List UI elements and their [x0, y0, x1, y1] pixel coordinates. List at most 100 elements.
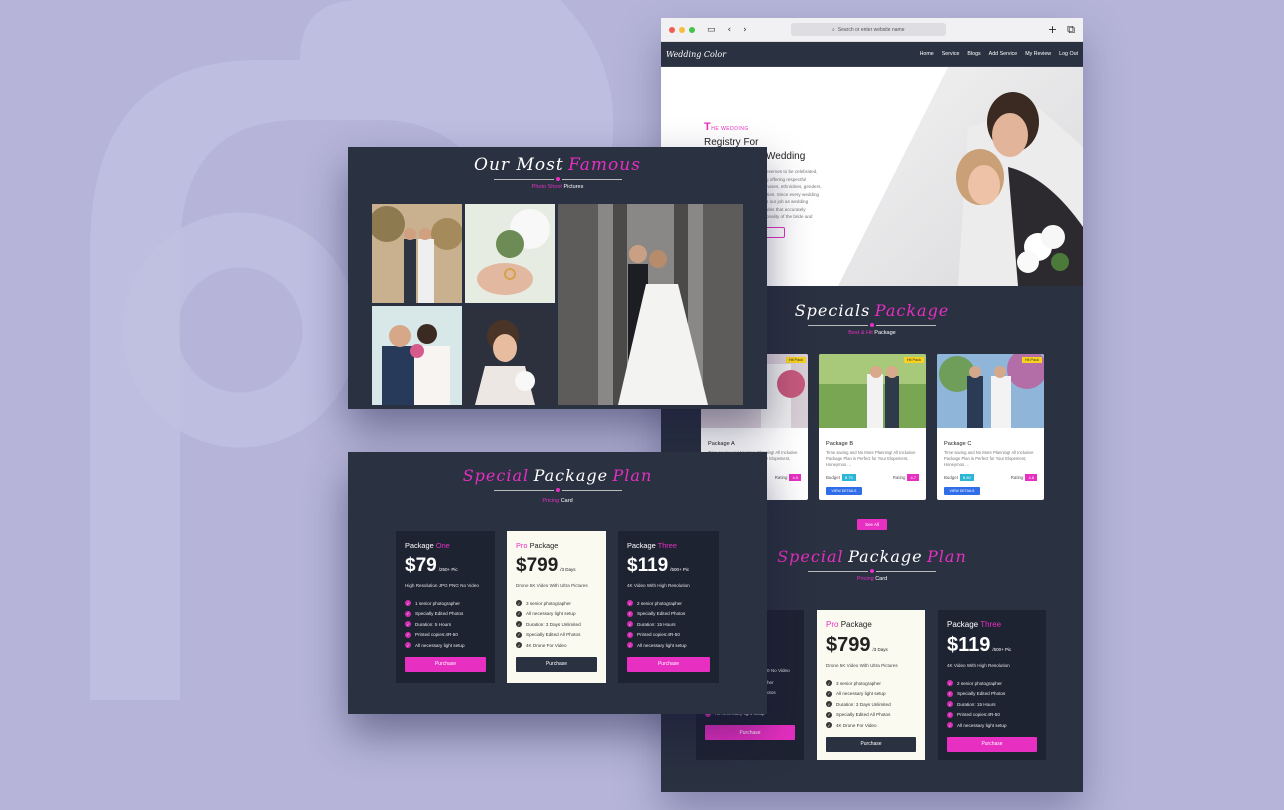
- forward-icon[interactable]: ›: [743, 25, 747, 35]
- package-b-rating: Rating 4.7: [893, 474, 919, 481]
- check-icon: ✓: [405, 610, 411, 617]
- browser-three-item: ✓ Printed copies:4R-50: [947, 711, 1000, 718]
- price-card-three: Package Three $119/500+ Pic 4K Video Wit…: [618, 531, 719, 683]
- package-a-badge: Hit Pack: [785, 357, 806, 363]
- sidebar-icon[interactable]: ▭: [707, 25, 716, 35]
- browser-plan-sub-b: Card: [875, 576, 888, 582]
- browser-three-purchase-button[interactable]: Purchase: [947, 736, 1037, 752]
- card-three-desc: 4K Video With High Resolution: [627, 583, 690, 588]
- pricing-heading: Special Package Plan Pricing Card: [348, 466, 767, 504]
- package-card-c[interactable]: Hit Pack Package C Time saving and No Mo…: [937, 354, 1044, 500]
- address-bar[interactable]: ⌕ Search or enter website name: [790, 23, 946, 36]
- browser-plan-title-c: Plan: [927, 547, 967, 566]
- browser-three-item: ✓ Specially Edited Photos: [947, 690, 1006, 697]
- package-b-budget: Budget $ 75: [826, 474, 856, 481]
- card-one-item: ✓ Specially Edited Photos: [405, 610, 464, 617]
- check-icon: ✓: [627, 621, 633, 628]
- browser-card-one-purchase-button[interactable]: Purchase: [705, 725, 795, 740]
- card-three-title: Package Three: [627, 541, 677, 550]
- check-icon: ✓: [516, 610, 522, 617]
- browser-chrome: ▭ ‹ › ⌕ Search or enter website name + ⧉: [661, 18, 1083, 42]
- check-icon: ✓: [826, 722, 832, 729]
- check-icon: ✓: [826, 711, 832, 718]
- card-three-item: ✓ Printed copies:4R-50: [627, 631, 680, 638]
- hero-couple-photo: [838, 67, 1083, 286]
- check-icon: ✓: [826, 690, 832, 697]
- package-c-photo: [937, 354, 1044, 428]
- gallery-heading: Our Most Famous Photo Shoot Pictures: [348, 155, 767, 190]
- browser-price-card-pro: Pro Package $799/3 Days Drone 5K Video W…: [817, 610, 925, 760]
- package-b-view-details-button[interactable]: VIEW DETAILS: [826, 487, 862, 495]
- pricing-title-c: Plan: [612, 466, 653, 485]
- nav-service[interactable]: Service: [942, 51, 960, 57]
- card-pro-item: ✓ 4K Drone For Video: [516, 642, 567, 649]
- nav-log-out[interactable]: Log Out: [1059, 51, 1078, 57]
- pricing-title-b: Package: [533, 466, 609, 485]
- check-icon: ✓: [947, 722, 953, 729]
- close-dot[interactable]: [669, 26, 675, 33]
- browser-three-item: ✓ 2 senior photographer: [947, 680, 1002, 687]
- check-icon: ✓: [405, 631, 411, 638]
- gallery-photo-arch[interactable]: [372, 204, 462, 303]
- tabs-overview-icon[interactable]: ⧉: [1067, 23, 1075, 37]
- check-icon: ✓: [405, 642, 411, 649]
- browser-pro-title: Pro Package: [826, 620, 872, 629]
- site-logo[interactable]: Wedding Color: [666, 50, 726, 59]
- card-one-purchase-button[interactable]: Purchase: [405, 656, 486, 672]
- card-three-features: ✓ 2 senior photographer ✓ Specially Edited…: [627, 598, 710, 651]
- browser-pro-purchase-button[interactable]: Purchase: [826, 736, 916, 752]
- browser-pro-item: ✓ Specially Edited All Photos: [826, 711, 891, 718]
- package-card-b[interactable]: Hit Pack Package B Time saving and No Mo…: [819, 354, 926, 500]
- browser-pro-item: ✓ 3 senior photographer: [826, 680, 881, 687]
- nav-blogs[interactable]: Blogs: [967, 51, 980, 57]
- nav-home[interactable]: Home: [920, 51, 934, 57]
- browser-pro-desc: Drone 5K Video With Ultra Pictures: [826, 663, 898, 668]
- browser-three-item: ✓ All necessary light setup: [947, 722, 1007, 729]
- nav-links: Home Service Blogs Add Service My Review…: [920, 51, 1078, 57]
- card-pro-item: ✓ Specially Edited All Photos: [516, 631, 581, 638]
- card-one-item: ✓ Duration: 5 Hours: [405, 621, 452, 628]
- card-three-purchase-button[interactable]: Purchase: [627, 656, 710, 672]
- check-icon: ✓: [826, 680, 832, 687]
- package-c-view-details-button[interactable]: VIEW DETAILS: [944, 487, 980, 495]
- card-pro-price: $799: [516, 555, 559, 576]
- card-pro-purchase-button[interactable]: Purchase: [516, 656, 597, 672]
- card-pro-item: ✓ All necessary light setup: [516, 610, 576, 617]
- card-three-unit: /500+ Pic: [670, 567, 690, 572]
- browser-three-price: $119: [947, 634, 991, 656]
- see-all-button[interactable]: See All: [857, 519, 887, 530]
- browser-three-title: Package Three: [947, 620, 1002, 629]
- gallery-panel: Our Most Famous Photo Shoot Pictures: [348, 147, 767, 409]
- nav-add-service[interactable]: Add Service: [989, 51, 1018, 57]
- card-three-item: ✓ All necessary light setup: [627, 642, 687, 649]
- site-navbar: Wedding Color Home Service Blogs Add Ser…: [661, 42, 1083, 67]
- gallery-photo-bride[interactable]: [465, 306, 555, 405]
- price-card-one: Package One $79/250+ Pic High Resolution…: [396, 531, 495, 683]
- minimize-dot[interactable]: [679, 26, 685, 33]
- check-icon: ✓: [516, 600, 522, 607]
- card-one-features: ✓ 1 senior photographer ✓ Specially Edited…: [405, 598, 486, 651]
- check-icon: ✓: [516, 642, 522, 649]
- gallery-photo-colonnade[interactable]: [558, 204, 743, 405]
- check-icon: ✓: [516, 621, 522, 628]
- browser-plan-sub-a: Pricing: [856, 576, 874, 582]
- package-a-rating: Rating 4.5: [775, 474, 801, 481]
- card-pro-unit: /3 Days: [560, 567, 576, 572]
- gallery-photo-embrace[interactable]: [372, 306, 462, 405]
- specials-title-b: Package: [874, 301, 950, 320]
- browser-three-item: ✓ Duration: 15 Hours: [947, 701, 996, 708]
- card-pro-features: ✓ 3 senior photographer ✓ All necessary li…: [516, 598, 597, 651]
- check-icon: ✓: [627, 642, 633, 649]
- gallery-photo-rings[interactable]: [465, 204, 555, 303]
- nav-my-review[interactable]: My Review: [1025, 51, 1051, 57]
- browser-pro-price: $799: [826, 634, 871, 656]
- price-card-pro: Pro Package $799/3 Days Drone 5K Video W…: [507, 531, 606, 683]
- new-tab-icon[interactable]: +: [1048, 23, 1057, 37]
- check-icon: ✓: [627, 610, 633, 617]
- check-icon: ✓: [405, 621, 411, 628]
- maximize-dot[interactable]: [689, 26, 695, 33]
- back-icon[interactable]: ‹: [728, 25, 732, 35]
- card-one-desc: High Resolution JPG PNG No Video: [405, 583, 479, 588]
- package-b-badge: Hit Pack: [903, 357, 924, 363]
- hero-kicker: THE WEDDING: [704, 121, 749, 133]
